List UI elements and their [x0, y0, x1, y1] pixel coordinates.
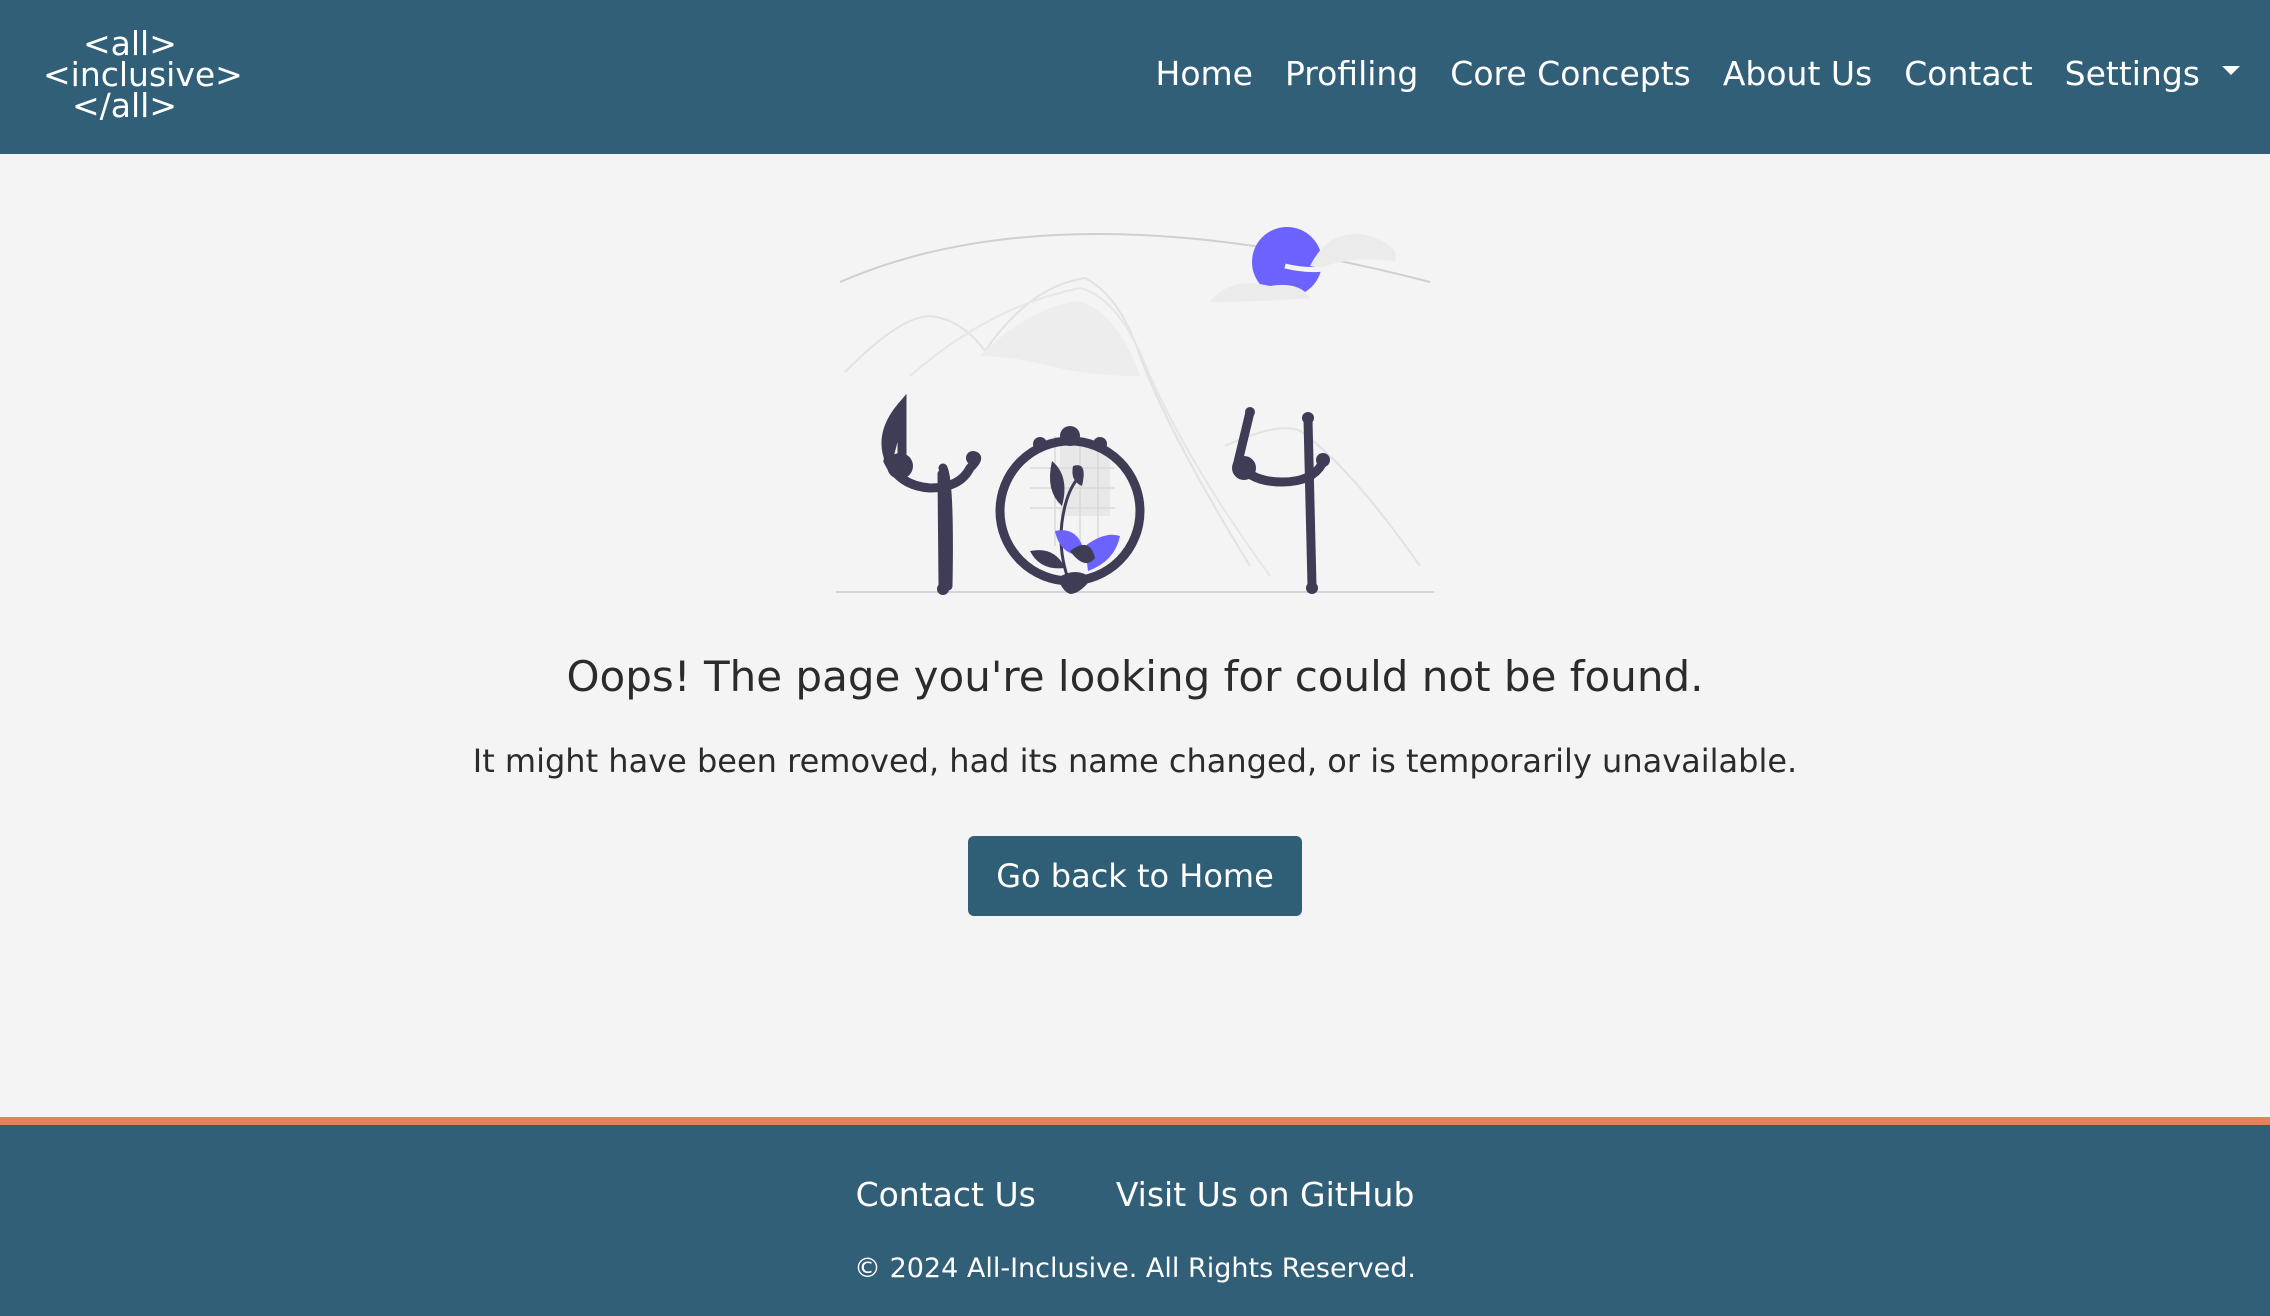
footer-links: Contact Us Visit Us on GitHub: [0, 1175, 2270, 1214]
main-content: Oops! The page you're looking for could …: [0, 154, 2270, 1117]
top-navbar: <all> <inclusive> </all> Home Profiling …: [0, 0, 2270, 154]
nav-core-concepts-link[interactable]: Core Concepts: [1450, 54, 1691, 93]
digit-four-left: [881, 393, 982, 591]
digit-zero-plant: [995, 426, 1145, 594]
footer-github-link[interactable]: Visit Us on GitHub: [1116, 1175, 1415, 1214]
site-footer: Contact Us Visit Us on GitHub © 2024 All…: [0, 1117, 2270, 1316]
footer-contact-link[interactable]: Contact Us: [856, 1175, 1036, 1214]
mountain-shape-3: [1224, 427, 1421, 567]
nav-home-link[interactable]: Home: [1156, 54, 1253, 93]
copyright-text: © 2024 All-Inclusive. All Rights Reserve…: [853, 1253, 1416, 1284]
nav-about-us-link[interactable]: About Us: [1723, 54, 1872, 93]
404-illustration: [836, 227, 1434, 595]
error-description: It might have been removed, had its name…: [472, 742, 1798, 780]
nav-settings-label: Settings: [2064, 53, 2200, 93]
go-home-button[interactable]: Go back to Home: [968, 836, 1302, 916]
nav-contact-link[interactable]: Contact: [1904, 54, 2032, 93]
site-logo[interactable]: <all> <inclusive> </all>: [43, 27, 243, 125]
digit-four-right: [1233, 407, 1327, 591]
nav-menu: Home Profiling Core Concepts About Us Co…: [1124, 47, 2240, 99]
nav-profiling-link[interactable]: Profiling: [1285, 54, 1418, 93]
page-title: Oops! The page you're looking for could …: [566, 652, 1704, 701]
caret-down-icon: [2222, 65, 2240, 75]
logo-line-3: </all>: [72, 86, 177, 125]
nav-settings-dropdown[interactable]: Settings: [2065, 54, 2240, 93]
